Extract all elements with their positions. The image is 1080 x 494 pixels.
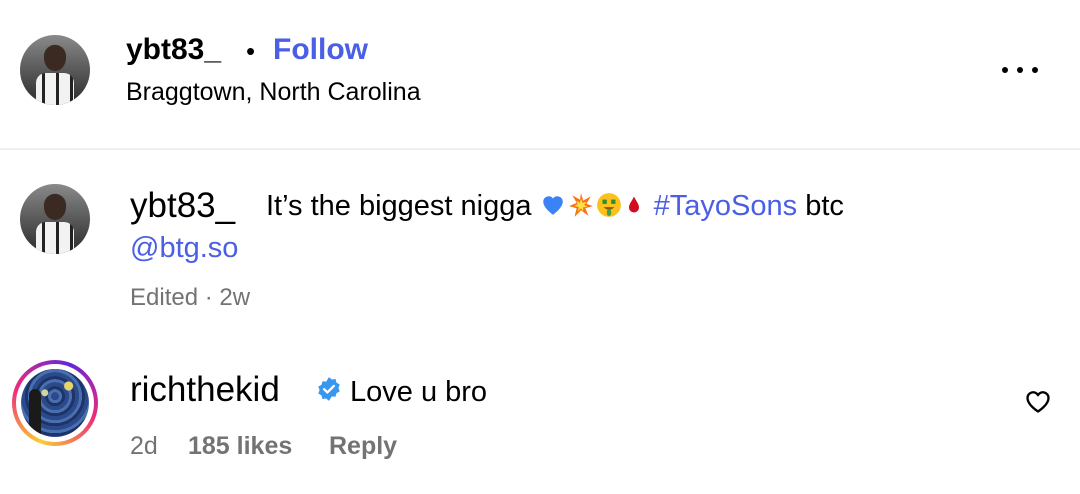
avatar-head <box>44 45 66 71</box>
reply-button[interactable]: Reply <box>329 432 397 461</box>
blue-heart-emoji <box>542 196 563 215</box>
comment-text: Love u bro <box>350 376 488 408</box>
like-heart-icon[interactable] <box>1024 388 1052 414</box>
location-link[interactable]: Braggtown, North Carolina <box>126 78 421 107</box>
comment-username[interactable]: richthekid <box>130 370 280 410</box>
caption-username[interactable]: ybt83_ <box>130 186 235 226</box>
caption-body-end: btc <box>805 190 844 222</box>
caption-emojis <box>540 191 646 224</box>
comment-likes[interactable]: 185 likes <box>188 432 292 461</box>
header-username[interactable]: ybt83_ <box>126 33 221 67</box>
avatar[interactable] <box>20 35 90 105</box>
ring-gap <box>16 364 94 442</box>
caption-text: It’s the biggest nigga #TayoSons btc <box>266 190 844 224</box>
verified-badge-icon <box>318 377 340 401</box>
follow-button[interactable]: Follow <box>273 33 368 67</box>
avatar-detail <box>29 389 41 437</box>
edited-label: Edited <box>130 284 199 311</box>
avatar-shirt <box>36 73 74 105</box>
comment-avatar <box>21 369 89 437</box>
meta-separator: · <box>204 284 213 311</box>
post-header: ybt83_ • Follow Braggtown, North Carolin… <box>0 0 1080 150</box>
collision-emoji <box>568 192 593 217</box>
header-separator: • <box>246 36 256 66</box>
avatar-head <box>44 194 66 220</box>
more-options-icon[interactable] <box>1000 56 1040 84</box>
drop-of-blood-emoji <box>628 196 639 213</box>
caption-meta: Edited · 2w <box>130 284 250 312</box>
mention-link[interactable]: @btg.so <box>130 232 238 265</box>
comment-time[interactable]: 2d <box>130 432 158 461</box>
caption-body: It’s the biggest nigga <box>266 190 532 222</box>
money-mouth-face-emoji <box>596 192 621 217</box>
caption-time[interactable]: 2w <box>219 284 250 311</box>
avatar-shirt <box>36 222 74 254</box>
caption-avatar[interactable] <box>20 184 90 254</box>
comment-avatar-story-ring[interactable] <box>12 360 98 446</box>
hashtag-link[interactable]: #TayoSons <box>654 190 798 222</box>
